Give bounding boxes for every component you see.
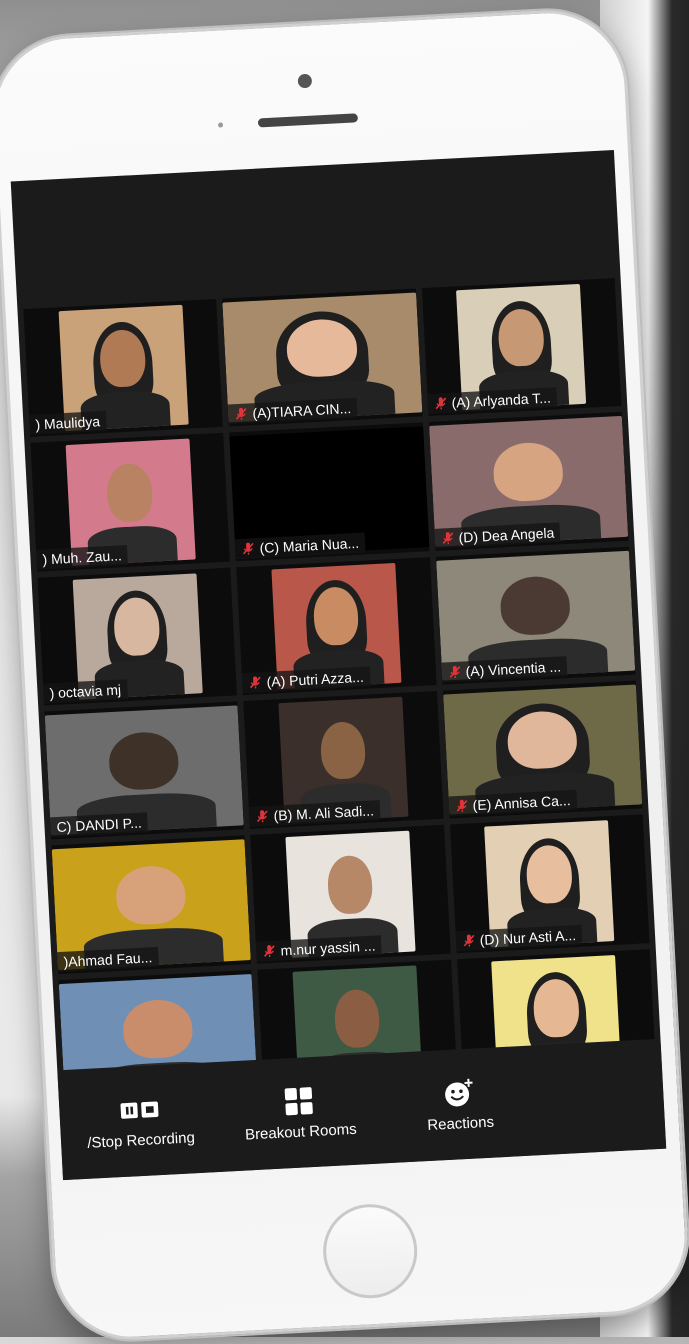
participant-tile[interactable]: (A) Putri Azza... (237, 557, 437, 695)
participant-tile[interactable]: (D) Dea Angela (429, 412, 629, 550)
participant-face (108, 730, 181, 791)
participant-face (499, 575, 572, 636)
participant-name-label: ) Maulidya (29, 411, 107, 435)
participant-tile[interactable]: (D) Nur Asti A... (450, 815, 650, 953)
participant-name-label: ) Muh. Zau... (36, 545, 128, 570)
breakout-rooms-button[interactable]: Breakout Rooms (219, 1081, 382, 1144)
mic-muted-icon (248, 675, 263, 690)
participant-tile[interactable]: C) DANDI P... (45, 701, 245, 839)
mic-muted-icon (447, 665, 462, 680)
participant-name: (B) M. Ali Sadi... (273, 803, 374, 824)
participant-name-label: m.nur yassin ... (256, 935, 382, 962)
participant-name-label: (A) Putri Azza... (242, 666, 370, 693)
participant-tile[interactable]: ) Maulidya (23, 299, 223, 437)
participant-name: C) DANDI P... (56, 815, 142, 835)
participant-name: ) Muh. Zau... (42, 547, 122, 567)
participant-face (333, 989, 380, 1049)
reactions-button[interactable]: Reactions (378, 1073, 541, 1136)
participant-name-label: (B) M. Ali Sadi... (249, 800, 380, 827)
participant-tile[interactable]: (A) Vincentia ... (436, 546, 636, 684)
participant-tile[interactable]: (A)TIARA CIN... (222, 289, 422, 427)
participant-name: m.nur yassin ... (280, 937, 376, 958)
breakout-rooms-label: Breakout Rooms (245, 1120, 357, 1143)
participant-tile[interactable]: ) octavia mj (37, 567, 237, 705)
participant-face (319, 720, 366, 780)
participant-name: (A)TIARA CIN... (252, 400, 351, 421)
gallery-view-grid: ) Maulidya (A)TIARA CIN... (A) Arlyanda T.… (23, 278, 656, 1108)
participant-tile[interactable]: (E) Annisa Ca... (443, 681, 643, 819)
participant-name: (D) Dea Angela (458, 524, 554, 545)
participant-tile[interactable]: (B) M. Ali Sadi... (244, 691, 444, 829)
participant-name-label: (D) Nur Asti A... (455, 924, 582, 951)
mic-muted-icon (241, 541, 256, 556)
breakout-rooms-icon (278, 1084, 320, 1118)
earpiece-speaker (258, 113, 358, 127)
participant-name: (A) Putri Azza... (266, 669, 364, 690)
mic-muted-icon (454, 799, 469, 814)
mic-muted-icon (433, 396, 448, 411)
participant-face (106, 463, 153, 523)
participant-name-label: )Ahmad Fau... (57, 947, 159, 972)
participant-tile[interactable]: )Ahmad Fau... (52, 836, 252, 974)
participant-name: (E) Annisa Ca... (472, 792, 571, 813)
reactions-icon (438, 1076, 480, 1110)
mic-muted-icon (255, 809, 270, 824)
zoom-meeting-screen: ) Maulidya (A)TIARA CIN... (A) Arlyanda T.… (11, 150, 667, 1180)
participant-face (492, 441, 565, 502)
stop-recording-button[interactable]: /Stop Recording (59, 1089, 222, 1152)
participant-name-label: (A) Arlyanda T... (427, 388, 557, 415)
participant-name: (D) Nur Asti A... (479, 927, 576, 948)
mic-muted-icon (461, 933, 476, 948)
participant-name-label: C) DANDI P... (50, 813, 148, 838)
reactions-label: Reactions (427, 1113, 495, 1133)
participant-name-label: ) octavia mj (43, 679, 128, 703)
front-camera (298, 74, 313, 89)
participant-name: ) Maulidya (35, 414, 100, 433)
participant-name: (A) Arlyanda T... (451, 390, 551, 411)
participant-name: )Ahmad Fau... (63, 949, 152, 970)
participant-name: ) octavia mj (49, 681, 121, 701)
mic-muted-icon (440, 530, 455, 545)
stop-recording-label: /Stop Recording (87, 1129, 195, 1152)
mic-muted-icon (234, 407, 249, 422)
proximity-sensor (218, 122, 223, 127)
participant-face (326, 855, 373, 915)
participant-name: (A) Vincentia ... (465, 658, 561, 679)
participant-tile[interactable]: m.nur yassin ... (251, 825, 451, 963)
participant-tile[interactable]: (C) Maria Nua... (229, 423, 429, 561)
smartphone: ) Maulidya (A)TIARA CIN... (A) Arlyanda T.… (0, 6, 689, 1343)
mic-muted-icon (262, 943, 277, 958)
participant-face (115, 864, 188, 925)
participant-tile[interactable]: ) Muh. Zau... (30, 433, 230, 571)
participant-tile[interactable]: (A) Arlyanda T... (422, 278, 622, 416)
pause-stop-icon (119, 1093, 161, 1127)
participant-name: (C) Maria Nua... (259, 534, 359, 555)
participant-face (122, 999, 195, 1060)
home-button[interactable] (321, 1202, 420, 1301)
